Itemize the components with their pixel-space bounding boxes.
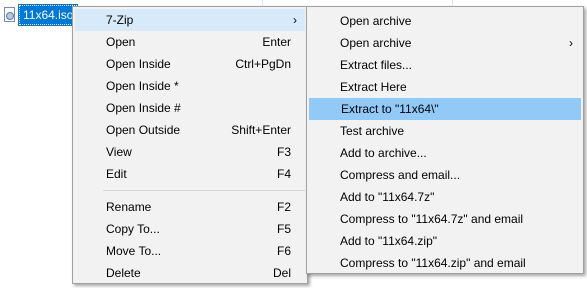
menu-item-compress-to-11x64-zip-and-email[interactable]: Compress to "11x64.zip" and email — [309, 252, 581, 274]
menu-item-label: Copy To... — [106, 222, 160, 236]
menu-item-label: Edit — [106, 167, 127, 181]
menu-item-compress-to-11x64-7z-and-email[interactable]: Compress to "11x64.7z" and email — [309, 208, 581, 230]
menu-item-label: Open Inside # — [106, 101, 181, 115]
menu-item-label: Open Inside * — [106, 79, 179, 93]
menu-item-extract-to-11x64[interactable]: Extract to "11x64\" — [309, 98, 581, 120]
menu-item-label: Open archive — [340, 14, 412, 28]
menu-item-open-inside[interactable]: Open Inside # — [75, 97, 305, 119]
menu-item-label: Delete — [106, 266, 141, 280]
menu-item-7-zip[interactable]: 7-Zip › — [75, 9, 305, 31]
menu-item-shortcut: Enter — [262, 35, 291, 49]
menu-item-label: Open archive — [340, 36, 412, 50]
menu-item-label: Open Inside — [106, 57, 171, 71]
menu-item-open[interactable]: Open Enter — [75, 31, 305, 53]
context-menu: 7-Zip › Open Enter Open Inside Ctrl+PgDn Open … — [72, 6, 308, 284]
menu-item-extract-here[interactable]: Extract Here — [309, 76, 581, 98]
disc-image-icon — [3, 7, 17, 23]
menu-item-label: Open — [106, 35, 136, 49]
menu-item-label: Compress to "11x64.7z" and email — [340, 212, 524, 226]
menu-item-add-to-11x64-7z[interactable]: Add to "11x64.7z" — [309, 186, 581, 208]
menu-item-open-inside[interactable]: Open Inside * — [75, 75, 305, 97]
menu-separator — [103, 190, 305, 191]
menu-item-label: Compress to "11x64.zip" and email — [340, 256, 526, 270]
menu-item-label: Extract Here — [340, 80, 407, 94]
menu-item-delete[interactable]: Delete Del — [75, 262, 305, 284]
menu-item-move-to[interactable]: Move To... F6 — [75, 240, 305, 262]
file-item[interactable]: 11x64.iso — [3, 4, 79, 26]
menu-item-view[interactable]: View F3 — [75, 141, 305, 163]
menu-item-test-archive[interactable]: Test archive — [309, 120, 581, 142]
menu-item-label: Compress and email... — [340, 168, 461, 182]
menu-item-extract-files[interactable]: Extract files... — [309, 54, 581, 76]
menu-item-open-inside[interactable]: Open Inside Ctrl+PgDn — [75, 53, 305, 75]
menu-item-open-outside[interactable]: Open Outside Shift+Enter — [75, 119, 305, 141]
menu-item-shortcut: F4 — [276, 167, 291, 181]
chevron-right-icon: › — [569, 36, 573, 50]
menu-item-label: Add to "11x64.zip" — [340, 234, 438, 248]
menu-item-shortcut: Del — [272, 266, 291, 280]
chevron-right-icon: › — [293, 13, 297, 27]
menu-item-open-archive[interactable]: Open archive — [309, 10, 581, 32]
menu-item-label: Extract files... — [340, 58, 413, 72]
7zip-submenu: Open archive Open archive › Extract files..… — [306, 6, 584, 274]
menu-item-shortcut: Ctrl+PgDn — [235, 57, 291, 71]
menu-item-label: Open Outside — [106, 123, 181, 137]
menu-item-label: Test archive — [340, 124, 405, 138]
menu-item-label: Add to archive... — [340, 146, 427, 160]
menu-item-add-to-archive[interactable]: Add to archive... — [309, 142, 581, 164]
menu-item-add-to-11x64-zip[interactable]: Add to "11x64.zip" — [309, 230, 581, 252]
menu-item-shortcut: F3 — [276, 145, 291, 159]
menu-item-compress-and-email[interactable]: Compress and email... — [309, 164, 581, 186]
menu-item-shortcut: F2 — [276, 200, 291, 214]
menu-item-shortcut: F6 — [276, 244, 291, 258]
menu-item-label: View — [106, 145, 132, 159]
menu-item-shortcut: Shift+Enter — [231, 123, 291, 137]
menu-item-label: Add to "11x64.7z" — [340, 190, 435, 204]
menu-item-label: Rename — [106, 200, 152, 214]
file-name[interactable]: 11x64.iso — [17, 4, 79, 26]
menu-item-label: 7-Zip — [106, 13, 134, 27]
menu-item-open-archive[interactable]: Open archive › — [309, 32, 581, 54]
menu-item-edit[interactable]: Edit F4 — [75, 163, 305, 185]
menu-item-copy-to[interactable]: Copy To... F5 — [75, 218, 305, 240]
menu-item-rename[interactable]: Rename F2 — [75, 196, 305, 218]
menu-item-shortcut: F5 — [276, 222, 291, 236]
menu-item-label: Move To... — [106, 244, 162, 258]
menu-item-label: Extract to "11x64\" — [341, 102, 439, 116]
